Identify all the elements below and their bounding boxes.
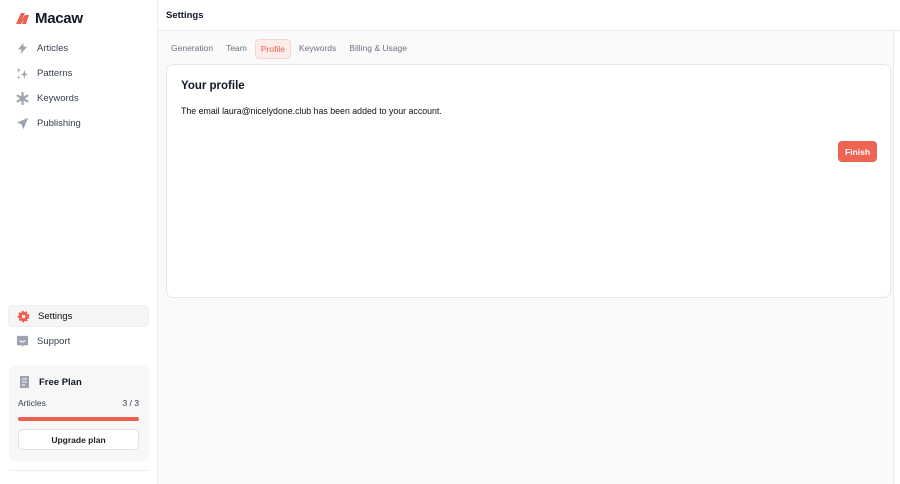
macaw-logo-icon [16, 13, 29, 24]
sidebar-item-patterns[interactable]: Patterns [8, 62, 149, 84]
tab-generation[interactable]: Generation [166, 39, 218, 59]
profile-card: Your profile The email laura@nicelydone.… [166, 64, 891, 298]
card-message: The email laura@nicelydone.club has been… [181, 106, 442, 116]
sidebar: Macaw Articles Patterns Keywords Publish… [0, 0, 158, 484]
settings-tabs: Generation Team Profile Keywords Billing… [166, 39, 412, 59]
tab-keywords[interactable]: Keywords [294, 39, 341, 59]
sidebar-item-label: Patterns [37, 67, 73, 79]
card-title: Your profile [181, 80, 245, 92]
upgrade-plan-button[interactable]: Upgrade plan [18, 429, 139, 450]
sidebar-item-publishing[interactable]: Publishing [8, 112, 149, 134]
sidebar-item-articles[interactable]: Articles [8, 37, 149, 59]
gear-icon [17, 310, 30, 322]
plan-title: Free Plan [39, 377, 82, 388]
page-title: Settings [166, 10, 204, 21]
sidebar-item-label: Publishing [37, 117, 81, 129]
sidebar-item-label: Keywords [37, 92, 79, 104]
logo[interactable]: Macaw [16, 10, 83, 27]
plan-usage-label: Articles [18, 398, 46, 408]
document-icon [20, 376, 29, 388]
divider [9, 470, 149, 471]
sidebar-item-keywords[interactable]: Keywords [8, 87, 149, 109]
send-icon [16, 117, 29, 129]
bolt-icon [17, 42, 28, 54]
app-name: Macaw [35, 10, 83, 27]
tab-billing-usage[interactable]: Billing & Usage [344, 39, 412, 59]
sidebar-item-label: Support [37, 335, 71, 347]
asterisk-icon [16, 91, 29, 105]
sidebar-item-label: Articles [37, 42, 69, 54]
finish-button[interactable]: Finish [838, 141, 877, 162]
sparkles-icon [16, 67, 29, 79]
support-icon [16, 335, 29, 347]
sidebar-item-support[interactable]: Support [8, 330, 149, 352]
usage-progress-fill [18, 417, 139, 421]
tab-profile[interactable]: Profile [254, 39, 291, 59]
sidebar-item-settings[interactable]: Settings [8, 305, 149, 327]
sidebar-item-label: Settings [38, 310, 73, 322]
scrollbar[interactable] [893, 31, 900, 484]
plan-usage-count: 3 / 3 [122, 398, 139, 408]
usage-progress-bar [18, 417, 139, 421]
plan-card: Free Plan Articles 3 / 3 Upgrade plan [9, 365, 149, 461]
header: Settings [158, 0, 900, 31]
tab-team[interactable]: Team [221, 39, 252, 59]
